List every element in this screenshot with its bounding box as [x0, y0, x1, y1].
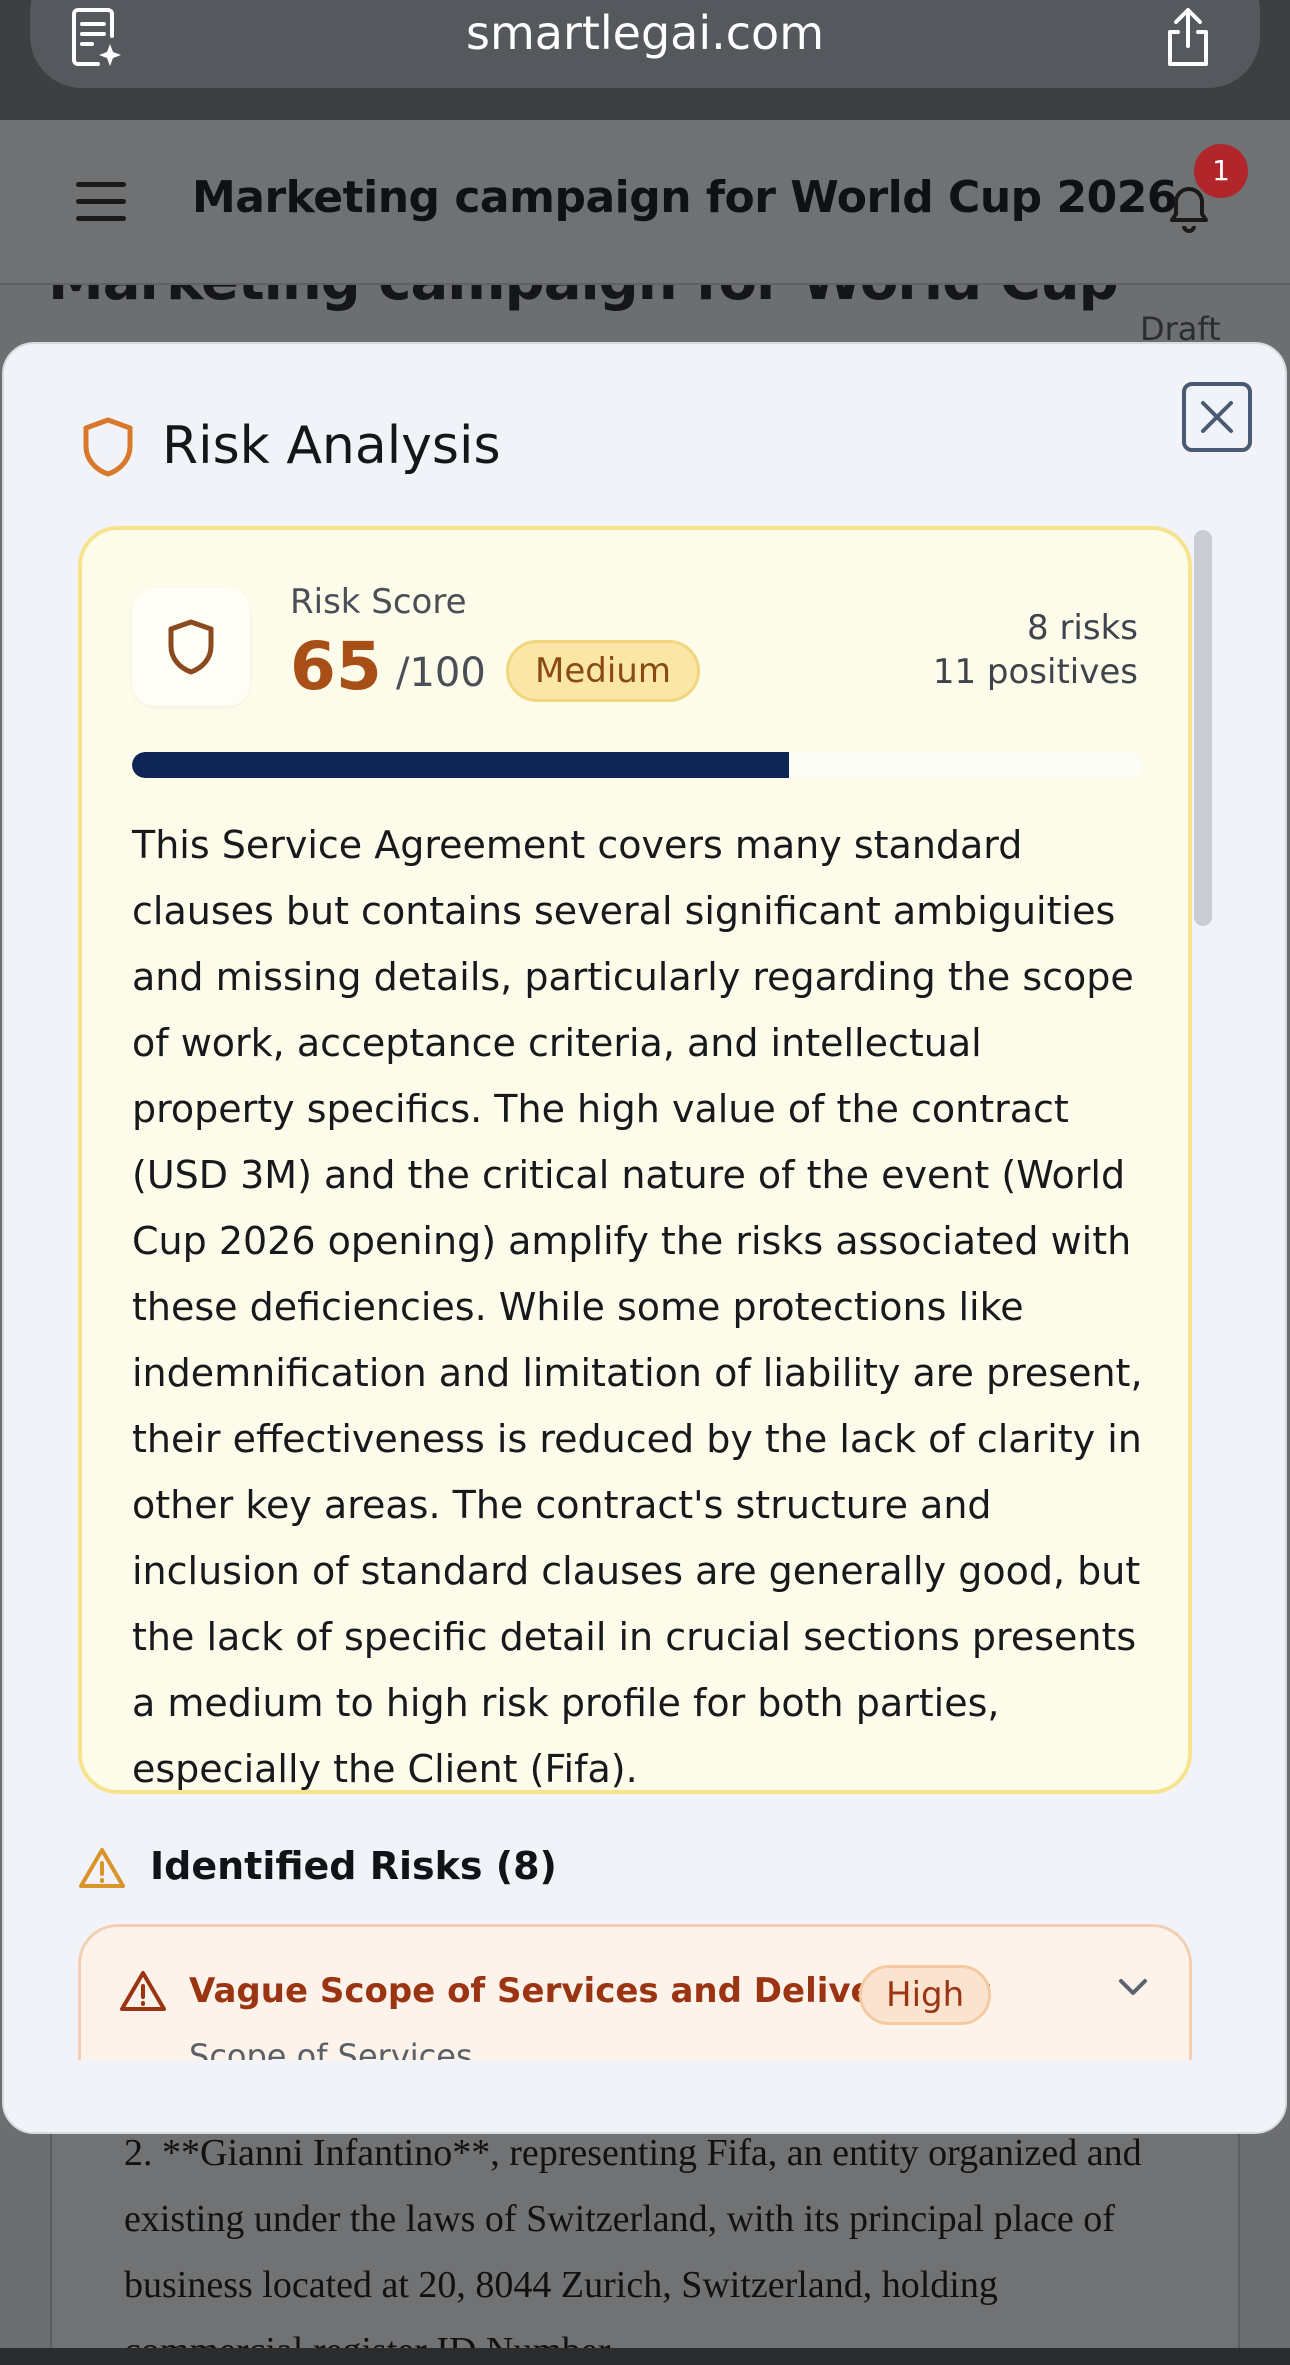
app-header: Marketing campaign for World Cup 2026 1: [0, 120, 1290, 285]
chevron-down-icon[interactable]: [1113, 1973, 1153, 2003]
risk-analysis-modal: Risk Analysis Risk Score 65 /100 Medium …: [2, 342, 1287, 2134]
close-icon: [1201, 401, 1233, 433]
risk-score-progress: [132, 752, 1142, 778]
hamburger-menu-icon[interactable]: [76, 182, 126, 222]
modal-title: Risk Analysis: [162, 416, 501, 476]
risk-score-max: /100: [396, 650, 486, 696]
share-icon[interactable]: [1160, 6, 1216, 70]
identified-risks-heading: Identified Risks (8): [150, 1844, 557, 1888]
risk-score-label: Risk Score: [290, 582, 467, 622]
modal-bottom-edge: [4, 2060, 1285, 2132]
shield-icon: [168, 619, 214, 675]
close-button[interactable]: [1182, 382, 1252, 452]
page-sparkle-icon[interactable]: [68, 6, 124, 70]
address-bar[interactable]: smartlegai.com: [30, 0, 1260, 88]
risk-score-value: 65: [290, 628, 382, 705]
risk-severity-badge: High: [859, 1965, 992, 2025]
bottom-bar: [0, 2348, 1290, 2365]
browser-toolbar: smartlegai.com: [0, 0, 1290, 120]
risk-level-badge: Medium: [506, 640, 700, 702]
url-text: smartlegai.com: [465, 6, 825, 60]
notification-badge: 1: [1194, 144, 1248, 198]
warning-icon: [78, 1846, 126, 1890]
score-icon-box: [132, 588, 250, 706]
warning-icon: [119, 1969, 167, 2013]
risk-summary-text: This Service Agreement covers many stand…: [132, 823, 1143, 1791]
risk-score-progress-fill: [132, 752, 789, 778]
background-document-paragraph: 2. **Gianni Infantino**, representing Fi…: [124, 2132, 1142, 2365]
risks-count: 8 risks: [1027, 608, 1138, 648]
risk-score-card: Risk Score 65 /100 Medium 8 risks 11 pos…: [78, 526, 1192, 1794]
shield-icon: [80, 416, 136, 478]
page-title: Marketing campaign for World Cup 2026: [192, 172, 1177, 223]
positives-count: 11 positives: [932, 652, 1138, 692]
modal-scrollbar[interactable]: [1194, 530, 1212, 926]
